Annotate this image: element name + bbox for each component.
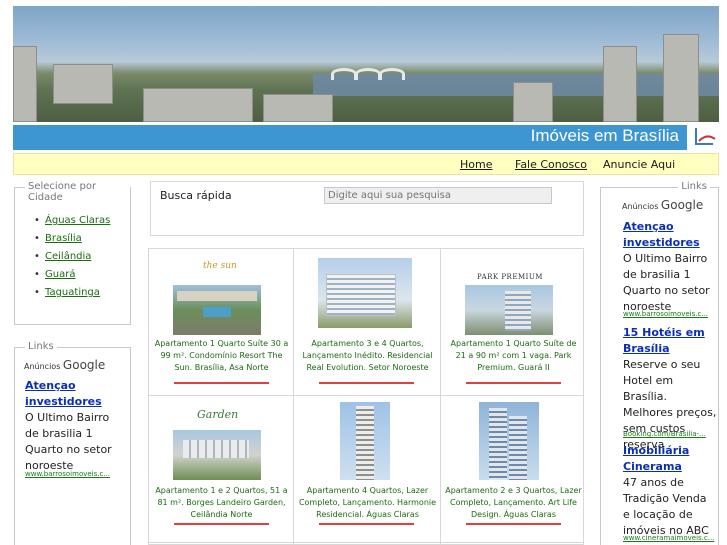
listing-caption-link[interactable]: Apartamento 3 e 4 Quartos, Lançamento In… — [298, 338, 437, 374]
city-selector-legend: Selecione por Cidade — [25, 181, 130, 203]
quick-search-panel: Busca rápida — [150, 181, 584, 236]
ad-text: O Ultimo Bairro de brasilia 1 Quarto no … — [623, 252, 710, 313]
site-title: Imóveis em Brasília — [530, 126, 679, 145]
divider — [174, 523, 269, 525]
city-link-ceilandia[interactable]: Ceilândia — [34, 251, 92, 262]
listing-image[interactable]: PARK PREMIUM — [465, 257, 553, 335]
listing-caption-link[interactable]: Apartamento 1 e 2 Quartos, 51 a 81 m². B… — [153, 485, 290, 521]
quick-search-label: Busca rápida — [160, 189, 232, 202]
listing-card[interactable]: PARK PREMIUM Apartamento 1 Quarto Suíte … — [441, 249, 584, 396]
city-link-guara[interactable]: Guará — [34, 269, 76, 280]
nav-anuncie-aqui-link[interactable]: Anuncie Aqui — [603, 158, 675, 171]
building — [513, 82, 553, 122]
city-selector-panel: Selecione por Cidade Águas Claras Brasíl… — [14, 181, 131, 325]
divider — [466, 523, 561, 525]
divider — [319, 523, 414, 525]
listing-image[interactable] — [340, 402, 390, 480]
ad-text: O Ultimo Bairro de brasilia 1 Quarto no … — [25, 411, 112, 472]
bridge-arch — [355, 68, 381, 80]
top-nav: Home Fale Conosco Anuncie Aqui — [13, 153, 719, 175]
building — [143, 88, 253, 122]
building — [263, 94, 333, 122]
bridge-arch — [379, 68, 405, 80]
city-link-aguas-claras[interactable]: Águas Claras — [34, 215, 110, 226]
listing-brand: PARK PREMIUM — [477, 273, 543, 281]
building — [13, 46, 37, 122]
listing-brand: the sun — [203, 261, 237, 271]
divider — [466, 382, 561, 384]
ad-text: 47 anos de Tradição Venda e locação de i… — [623, 476, 709, 537]
listing-caption-link[interactable]: Apartamento 1 Quarto Suíte de 21 a 90 m²… — [445, 338, 582, 374]
ad-title-link[interactable]: Atençao investidores — [623, 219, 719, 251]
listing-card[interactable]: the sun Apartamento 1 Quarto Suíte 30 a … — [149, 249, 294, 396]
ad-title-link[interactable]: Atençao investidores — [25, 378, 125, 410]
listing-brand: Garden — [197, 408, 239, 421]
ad-text: Reserve o seu Hotel em Brasília. Melhore… — [623, 358, 717, 451]
listing-image[interactable] — [318, 258, 412, 328]
building — [663, 34, 699, 122]
nav-home-link[interactable]: Home — [460, 158, 492, 171]
city-link-taguatinga[interactable]: Taguatinga — [34, 287, 100, 298]
ad-url-link[interactable]: www.cineramaimoveis.c... — [623, 534, 714, 542]
links-panel-left: Links Anúncios Google Atençao investidor… — [14, 341, 131, 545]
ad-url-link[interactable]: www.barrosoimoveis.c... — [623, 310, 708, 318]
city-link-brasilia[interactable]: Brasília — [34, 233, 82, 244]
listing-card[interactable]: Apartamento 3 e 4 Quartos, Lançamento In… — [294, 249, 441, 396]
listing-card[interactable]: Apartamento 4 Quartos, Lazer Completo, L… — [294, 396, 441, 543]
header-banner-image — [13, 6, 719, 122]
google-logo: Google — [62, 358, 106, 372]
bridge-arch — [331, 68, 357, 80]
listing-caption-link[interactable]: Apartamento 1 Quarto Suíte 30 a 99 m². C… — [153, 338, 290, 374]
listings-grid: the sun Apartamento 1 Quarto Suíte 30 a … — [148, 248, 584, 545]
building — [603, 46, 637, 122]
links-legend-left: Links — [25, 341, 57, 352]
listing-caption-link[interactable]: Apartamento 4 Quartos, Lazer Completo, L… — [298, 485, 437, 521]
google-ads-label: Anúncios Google — [622, 198, 704, 212]
ad-title-link[interactable]: 15 Hotéis em Brasília — [623, 325, 719, 357]
divider — [174, 382, 269, 384]
listing-caption-link[interactable]: Apartamento 2 e 3 Quartos, Lazer Complet… — [445, 485, 582, 521]
site-logo — [687, 125, 719, 150]
listing-card[interactable]: Garden Apartamento 1 e 2 Quartos, 51 a 8… — [149, 396, 294, 543]
ad-url-link[interactable]: Booking.com/Brasilia-... — [623, 430, 706, 438]
listing-image[interactable]: the sun — [173, 257, 261, 335]
search-input[interactable] — [324, 187, 552, 204]
title-bar: Imóveis em Brasília — [13, 125, 719, 150]
links-legend-right: Links — [678, 181, 710, 192]
building — [53, 64, 113, 104]
page: Imóveis em Brasília Home Fale Conosco An… — [0, 0, 727, 545]
nav-fale-conosco-link[interactable]: Fale Conosco — [515, 158, 587, 171]
google-logo: Google — [660, 198, 704, 212]
divider — [319, 382, 414, 384]
listing-image[interactable] — [479, 402, 539, 480]
google-ads-label: Anúncios Google — [24, 358, 106, 372]
links-panel-right: Links Anúncios Google Atençao investidor… — [600, 181, 719, 545]
ad-title-link[interactable]: Imobiliária Cinerama — [623, 443, 719, 475]
ad-url-link[interactable]: www.barrosoimoveis.c... — [25, 470, 110, 478]
listing-card[interactable]: Apartamento 2 e 3 Quartos, Lazer Complet… — [441, 396, 584, 543]
listing-image[interactable]: Garden — [173, 402, 261, 480]
